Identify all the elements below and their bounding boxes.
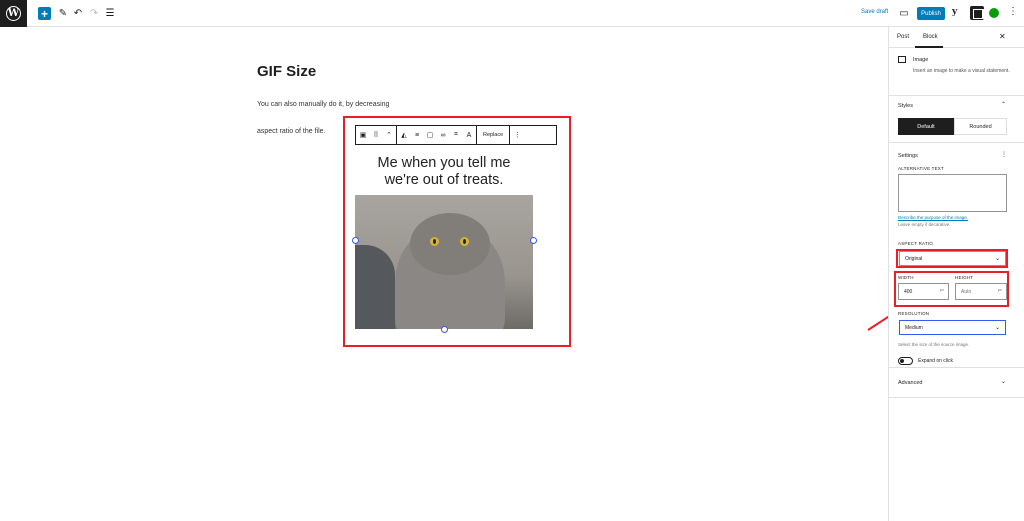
settings-panel: Settings ⋮ ALTERNATIVE TEXT Describe the…: [889, 143, 1024, 368]
resolution-label: RESOLUTION: [898, 311, 930, 316]
drag-handle-icon[interactable]: ⠿: [372, 131, 380, 139]
jetpack-icon[interactable]: [989, 8, 999, 18]
options-menu-icon[interactable]: ⋮: [1008, 6, 1018, 17]
gif-caption-line: Me when you tell me: [377, 155, 511, 171]
alt-text-help: Leave empty if decorative.: [898, 222, 951, 227]
replace-button[interactable]: Replace: [480, 132, 506, 138]
resolution-help: Select the size of the source image.: [898, 342, 970, 347]
resize-handle-bottom[interactable]: [441, 326, 448, 333]
align-icon[interactable]: ≡: [413, 131, 421, 139]
edit-tools-icon[interactable]: ✎: [58, 7, 68, 20]
cat-eye-shape: [460, 237, 469, 246]
settings-options-icon[interactable]: ⋮: [1001, 151, 1007, 158]
aspect-ratio-label: ASPECT RATIO: [898, 241, 933, 246]
chevron-up-icon[interactable]: ⌃: [1001, 101, 1006, 108]
document-overview-icon[interactable]: ☰: [105, 7, 115, 20]
chevron-down-icon[interactable]: ⌄: [1001, 378, 1006, 385]
gif-caption: Me when you tell me we're out of treats.: [355, 145, 533, 195]
preview-icon[interactable]: ▭: [899, 7, 909, 20]
publish-button[interactable]: Publish: [917, 7, 945, 20]
settings-panel-icon[interactable]: [970, 6, 985, 20]
toolbar-group-replace: Replace: [477, 126, 511, 144]
move-icon[interactable]: ⌃: [385, 131, 393, 139]
alt-text-help-link[interactable]: Describe the purpose of the image.: [898, 215, 968, 220]
block-toolbar: ▣ ⠿ ⌃ ◭ ≡ ▢ ∞ ⌗ A Replace ⋮: [355, 125, 557, 145]
text-overlay-icon[interactable]: A: [465, 131, 473, 139]
toolbar-group-options: ⋮: [510, 126, 524, 144]
style-default-button[interactable]: Default: [898, 118, 954, 135]
resize-handle-right[interactable]: [530, 237, 537, 244]
tab-block[interactable]: Block: [923, 34, 938, 40]
alt-text-input[interactable]: [898, 174, 1007, 212]
styles-title[interactable]: Styles: [898, 103, 913, 109]
undo-icon[interactable]: ↶: [73, 7, 83, 20]
block-options-icon[interactable]: ⋮: [513, 131, 521, 139]
block-card: Image Insert an image to make a visual s…: [889, 48, 1024, 96]
toolbar-group-tools: ◭ ≡ ▢ ∞ ⌗ A: [397, 126, 477, 144]
post-title[interactable]: GIF Size: [257, 63, 316, 80]
toolbar-group-block: ▣ ⠿ ⌃: [356, 126, 397, 144]
redo-icon[interactable]: ↷: [89, 7, 99, 20]
expand-on-click-label: Expand on click: [918, 358, 954, 364]
expand-on-click-toggle[interactable]: [898, 357, 913, 365]
add-block-button[interactable]: +: [38, 7, 51, 21]
image-background-shape: [355, 245, 395, 329]
advanced-title[interactable]: Advanced: [898, 380, 922, 386]
annotation-box-aspect: [896, 249, 1008, 268]
image-block-icon: [898, 56, 906, 63]
paragraph-block[interactable]: aspect ratio of the file.: [257, 128, 325, 135]
yoast-icon[interactable]: y: [952, 7, 965, 20]
image-icon[interactable]: ▣: [359, 131, 367, 139]
block-name: Image: [913, 57, 929, 63]
close-icon[interactable]: ✕: [999, 32, 1006, 41]
settings-sidebar: Post Block ✕ Image Insert an image to ma…: [888, 27, 1024, 521]
cat-image[interactable]: [355, 195, 533, 329]
paragraph-block[interactable]: You can also manually do it, by decreasi…: [257, 101, 389, 108]
editor-canvas: GIF Size You can also manually do it, by…: [0, 27, 888, 521]
link-icon[interactable]: ∞: [439, 131, 447, 139]
crop-icon[interactable]: ⌗: [452, 131, 460, 139]
editor-topbar: W + ✎ ↶ ↷ ☰ Save draft ▭ Publish y ⋮: [0, 0, 1024, 27]
settings-title: Settings: [898, 153, 918, 159]
annotation-box-dimensions: [894, 271, 1009, 307]
sidebar-tabs: Post Block ✕: [889, 27, 1024, 48]
wordpress-icon: W: [6, 6, 21, 21]
full-width-icon[interactable]: ▢: [426, 131, 434, 139]
tab-post[interactable]: Post: [897, 34, 909, 40]
resize-handle-left[interactable]: [352, 237, 359, 244]
gif-caption-line: we're out of treats.: [384, 172, 504, 188]
styles-panel: Styles ⌃ Default Rounded: [889, 96, 1024, 143]
chevron-down-icon: ⌄: [994, 325, 1000, 331]
save-draft-button[interactable]: Save draft: [861, 9, 888, 15]
alt-text-label: ALTERNATIVE TEXT: [898, 166, 944, 171]
cat-head-shape: [410, 213, 490, 275]
resolution-select[interactable]: Medium ⌄: [899, 320, 1006, 335]
warning-icon[interactable]: ◭: [400, 131, 408, 139]
block-description: Insert an image to make a visual stateme…: [913, 68, 1010, 74]
style-rounded-button[interactable]: Rounded: [954, 118, 1007, 135]
advanced-panel[interactable]: Advanced ⌄: [889, 368, 1024, 398]
resolution-value: Medium: [905, 324, 923, 331]
cat-eye-shape: [430, 237, 439, 246]
wordpress-logo[interactable]: W: [0, 0, 27, 27]
